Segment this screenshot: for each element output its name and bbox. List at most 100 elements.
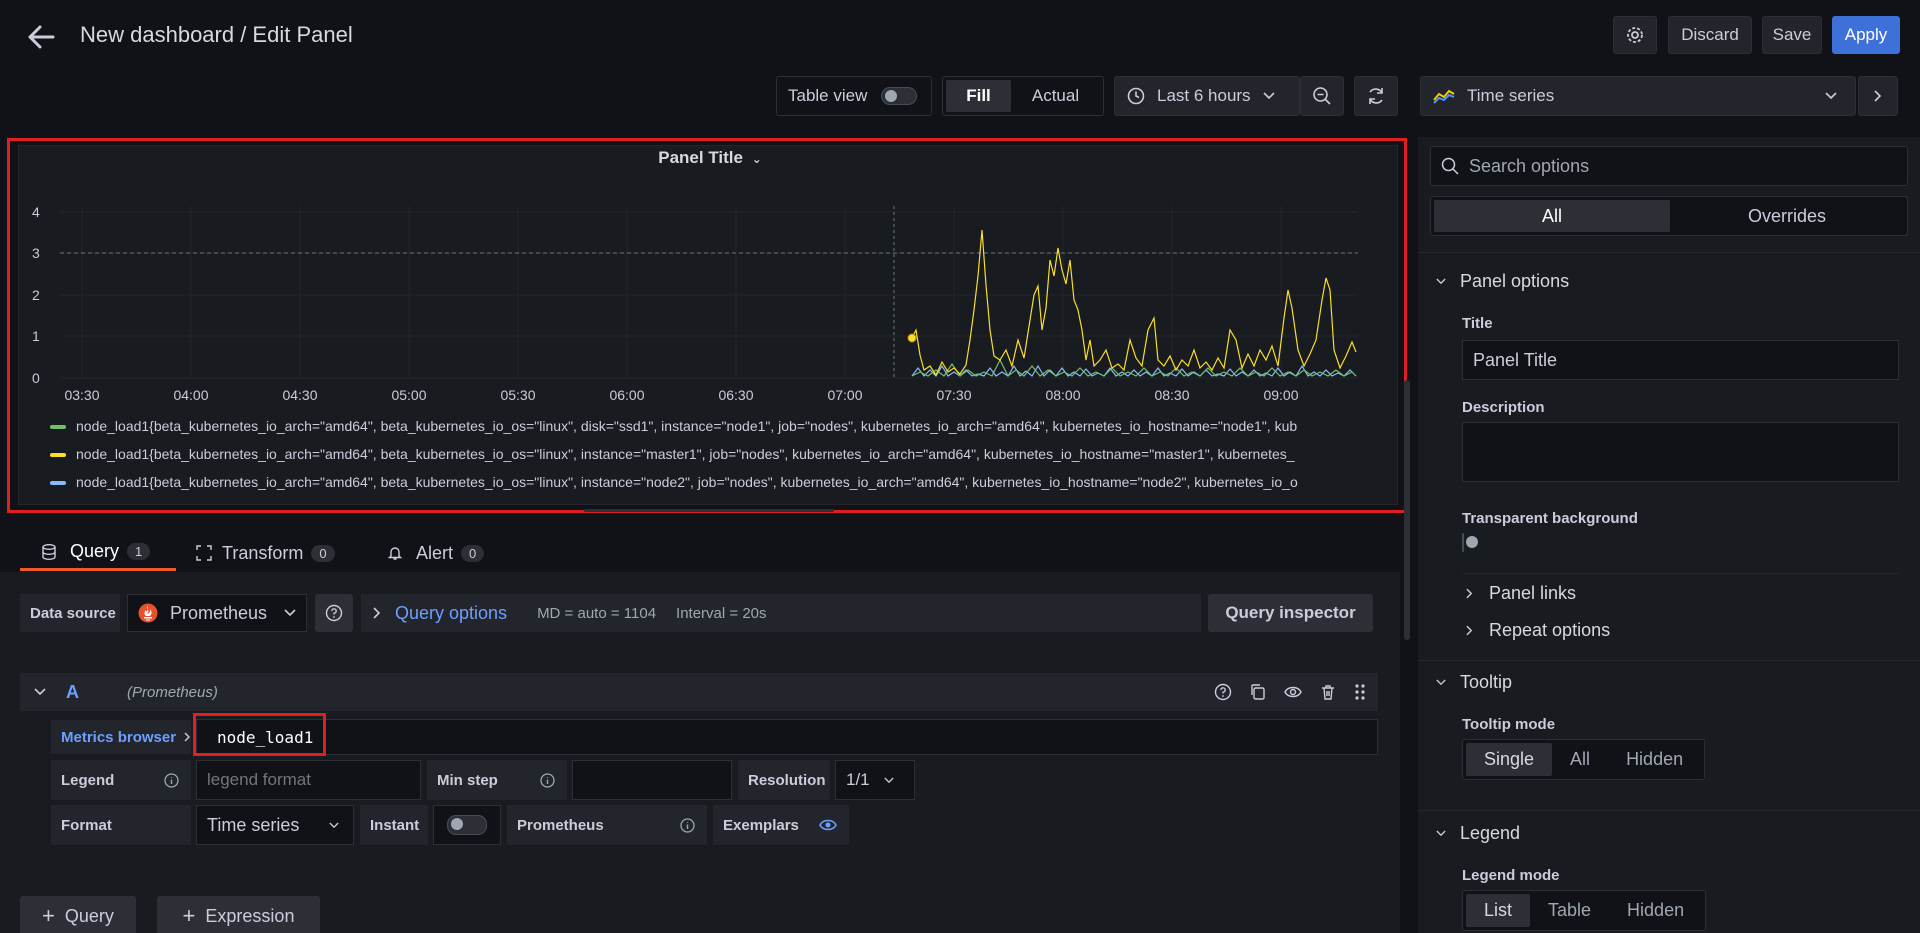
tab-alert[interactable]: Alert 0 [388, 535, 485, 571]
tab-query[interactable]: Query 1 [20, 535, 176, 571]
chevron-down-icon [1825, 92, 1837, 100]
resolution-label: Resolution [738, 760, 830, 800]
chevron-right-icon [1466, 588, 1473, 599]
time-range-picker[interactable]: Last 6 hours [1114, 76, 1300, 116]
data-source-help-button[interactable] [315, 594, 353, 632]
legend-mode-hidden[interactable]: Hidden [1609, 894, 1702, 927]
discard-button[interactable]: Discard [1668, 16, 1752, 54]
apply-button[interactable]: Apply [1832, 16, 1900, 54]
format-select[interactable]: Time series [196, 805, 354, 845]
x-tick-label: 05:00 [391, 387, 426, 403]
exemplars-toggle[interactable]: Exemplars [713, 805, 849, 845]
info-icon [540, 772, 555, 788]
tab-transform[interactable]: Transform 0 [196, 535, 335, 571]
instant-toggle-cell [433, 805, 501, 845]
tab-overrides[interactable]: Overrides [1670, 200, 1904, 232]
editor-scrollbar[interactable] [1404, 380, 1410, 640]
transparent-bg-toggle[interactable] [1462, 533, 1464, 552]
copy-icon[interactable] [1249, 683, 1267, 701]
tooltip-section-header[interactable]: Tooltip [1436, 672, 1512, 693]
legend-label: node_load1{beta_kubernetes_io_arch="amd6… [76, 418, 1298, 434]
table-view-toggle[interactable]: Table view [776, 76, 932, 116]
add-query-button[interactable]: + Query [20, 896, 136, 933]
format-value: Time series [207, 814, 300, 835]
legend-item[interactable]: node_load1{beta_kubernetes_io_arch="amd6… [50, 468, 1390, 496]
transform-icon [196, 545, 212, 561]
query-ref-id[interactable]: A [66, 682, 79, 703]
time-series-icon [1433, 89, 1455, 104]
legend-item[interactable]: node_load1{beta_kubernetes_io_arch="amd6… [50, 440, 1390, 468]
repeat-options-item[interactable]: Repeat options [1466, 620, 1610, 641]
zoom-out-icon [1313, 87, 1331, 105]
tab-all[interactable]: All [1434, 200, 1670, 232]
trash-icon[interactable] [1319, 683, 1337, 701]
legend-label: node_load1{beta_kubernetes_io_arch="amd6… [76, 474, 1298, 490]
collapse-query-toggle[interactable] [34, 688, 46, 696]
drag-handle-icon[interactable] [1354, 683, 1366, 701]
panel-title[interactable]: Panel Title ⌄ [0, 148, 1420, 168]
table-view-label: Table view [788, 86, 868, 105]
tooltip-mode-all[interactable]: All [1552, 743, 1608, 776]
promql-query-input[interactable]: node_load1 [196, 719, 1378, 755]
legend-mode-table[interactable]: Table [1530, 894, 1609, 927]
database-icon [42, 543, 56, 560]
add-query-label: Query [64, 905, 114, 926]
legend-swatch [50, 453, 66, 458]
save-button[interactable]: Save [1762, 16, 1822, 54]
chevron-right-icon [184, 732, 191, 742]
description-textarea[interactable] [1462, 422, 1899, 482]
zoom-out-button[interactable] [1300, 76, 1344, 116]
series-start-point [907, 333, 917, 343]
legend-section-header[interactable]: Legend [1436, 823, 1520, 844]
back-arrow-icon[interactable] [26, 24, 56, 50]
visualization-label: Time series [1467, 86, 1555, 105]
panel-links-item[interactable]: Panel links [1466, 583, 1576, 604]
settings-button[interactable] [1613, 16, 1657, 54]
search-options-input[interactable]: Search options [1430, 146, 1908, 186]
options-subdivider [1462, 573, 1899, 574]
search-icon [1441, 157, 1459, 175]
prometheus-type-text: Prometheus [517, 816, 604, 834]
panel-options-title: Panel options [1460, 271, 1570, 291]
help-icon[interactable] [1214, 683, 1232, 701]
metrics-browser-button[interactable]: Metrics browser [51, 720, 191, 754]
query-inspector-button[interactable]: Query inspector [1208, 594, 1373, 632]
min-step-input[interactable] [572, 760, 732, 800]
visualization-picker[interactable]: Time series [1420, 76, 1856, 116]
x-tick-label: 06:00 [609, 387, 644, 403]
collapse-options-button[interactable] [1858, 76, 1898, 116]
panel-options-header[interactable]: Panel options [1436, 271, 1569, 292]
panel-resize-handle[interactable] [584, 509, 834, 512]
options-pane [1418, 137, 1920, 933]
tab-alert-label: Alert [416, 542, 454, 563]
tooltip-mode-single[interactable]: Single [1466, 743, 1553, 776]
query-highlight-frame [193, 713, 326, 756]
data-source-picker[interactable]: Prometheus [127, 594, 307, 632]
legend-mode-list[interactable]: List [1466, 894, 1531, 927]
add-expression-button[interactable]: + Expression [157, 896, 320, 933]
y-tick-label: 0 [32, 370, 40, 386]
tooltip-mode-hidden[interactable]: Hidden [1608, 743, 1701, 776]
options-divider [1418, 660, 1920, 661]
data-source-label: Data source [20, 594, 120, 632]
gear-icon [1627, 27, 1643, 43]
refresh-button[interactable] [1354, 76, 1398, 116]
query-options-bar[interactable]: Query options MD = auto = 1104 Interval … [361, 594, 1201, 632]
legend-item[interactable]: node_load1{beta_kubernetes_io_arch="amd6… [50, 412, 1390, 440]
title-input[interactable]: Panel Title [1462, 340, 1899, 380]
series-master1 [911, 229, 1357, 377]
x-tick-label: 04:30 [282, 387, 317, 403]
legend-format-input[interactable] [196, 760, 421, 800]
query-row-header: A (Prometheus) [20, 673, 1378, 711]
metrics-browser-label: Metrics browser [61, 728, 177, 746]
actual-option[interactable]: Actual [1011, 80, 1100, 112]
resolution-select[interactable]: 1/1 [835, 760, 915, 800]
instant-toggle[interactable] [447, 815, 487, 835]
eye-icon[interactable] [1284, 683, 1302, 701]
fill-option[interactable]: Fill [946, 80, 1011, 112]
table-view-switch[interactable] [881, 87, 918, 105]
legend-swatch [50, 425, 66, 430]
plus-icon: + [182, 903, 196, 928]
fill-actual-group: Fill Actual [942, 76, 1104, 116]
page-title: New dashboard / Edit Panel [80, 22, 353, 47]
